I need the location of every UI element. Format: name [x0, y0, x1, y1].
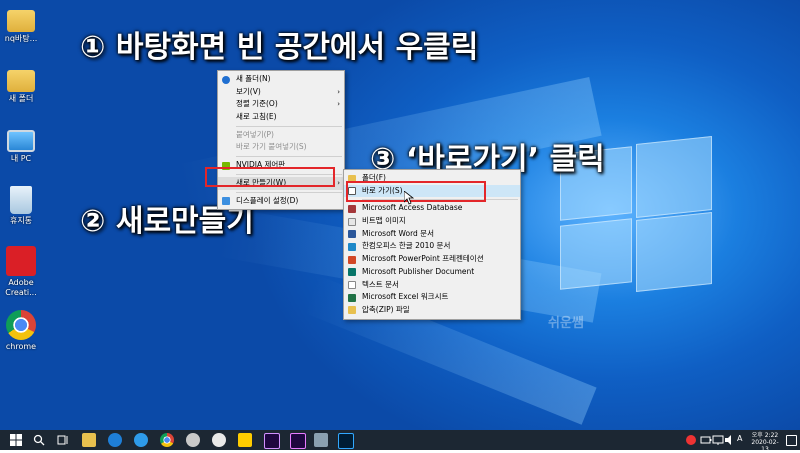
submenu-item-excel[interactable]: Microsoft Excel 워크시트 [344, 291, 520, 304]
menu-item-display-settings[interactable]: 디스플레이 설정(D) [218, 195, 344, 208]
menu-item-label: 보기(V) [236, 86, 261, 96]
recycle-bin-icon [10, 186, 32, 214]
premiere-icon[interactable] [290, 433, 306, 449]
tray-app-icon[interactable] [686, 435, 696, 445]
desktop-icon-folder-1[interactable]: nq바탕... [2, 6, 40, 44]
chrome-taskbar-icon[interactable] [160, 433, 174, 447]
access-icon [348, 204, 356, 213]
desktop-icon-this-pc[interactable]: 내 PC [2, 126, 40, 164]
submenu-item-zip[interactable]: 압축(ZIP) 파일 [344, 304, 520, 317]
after-effects-icon[interactable] [264, 433, 280, 449]
powerpoint-icon [348, 255, 356, 264]
desktop-icon-new-folder[interactable]: 새 폴더 [2, 66, 40, 104]
app-icon[interactable] [186, 433, 200, 447]
submenu-item-publisher[interactable]: Microsoft Publisher Document [344, 266, 520, 279]
menu-item-sort-by[interactable]: 정렬 기준(O) › [218, 98, 344, 111]
desktop[interactable]: nq바탕... 새 폴더 내 PC 휴지통 Adobe Creati... ch… [0, 0, 800, 430]
submenu-item-label: Microsoft Word 문서 [362, 228, 434, 238]
search-icon[interactable] [32, 433, 46, 447]
logo-pane [636, 136, 712, 218]
clock-time: 오후 2:22 [751, 432, 779, 439]
photoshop-icon[interactable] [338, 433, 354, 449]
submenu-item-label: 압축(ZIP) 파일 [362, 304, 410, 314]
highlight-box-new [205, 167, 335, 187]
ime-indicator[interactable]: A [737, 435, 742, 443]
logo-pane [560, 218, 632, 290]
app-icon[interactable] [314, 433, 328, 447]
menu-item-label: 새로 고침(E) [236, 112, 277, 122]
menu-item-label: 붙여넣기(P) [236, 129, 274, 139]
app-icon[interactable] [212, 433, 226, 447]
menu-item-view[interactable]: 보기(V) › [218, 86, 344, 99]
computer-icon [7, 130, 35, 152]
menu-item-label: 디스플레이 설정(D) [236, 195, 299, 205]
submenu-item-label: 비트맵 이미지 [362, 216, 406, 226]
submenu-item-label: 한컴오피스 한글 2010 문서 [362, 241, 451, 251]
desktop-icon-chrome[interactable]: chrome [2, 310, 40, 352]
adobe-cc-icon [6, 246, 36, 276]
desktop-icon-label: nq바탕... [4, 34, 38, 43]
desktop-icon-recycle-bin[interactable]: 휴지통 [2, 186, 40, 226]
context-menu: 새 폴더(N) 보기(V) › 정렬 기준(O) › 새로 고침(E) 붙여넣기… [217, 70, 345, 211]
desktop-icon-label: chrome [5, 342, 37, 351]
watermark: 쉬운쌤 [548, 316, 584, 331]
menu-item-label: 새 폴더(N) [236, 74, 271, 83]
word-icon [348, 230, 356, 239]
taskbar: A 오후 2:22 2020-02-13 [0, 430, 800, 453]
submenu-item-label: Microsoft Publisher Document [362, 266, 475, 276]
menu-separator [236, 125, 342, 127]
chevron-right-icon: › [337, 178, 340, 187]
chrome-icon [6, 310, 36, 340]
submenu-item-hwp[interactable]: 한컴오피스 한글 2010 문서 [344, 240, 520, 253]
menu-item-label: 바로 가기 붙여넣기(S) [236, 142, 307, 152]
highlight-box-shortcut [346, 181, 486, 202]
desktop-icon-label: Adobe Creati... [5, 278, 37, 297]
submenu-item-label: Microsoft PowerPoint 프레젠테이션 [362, 254, 484, 264]
desktop-icon-label: 내 PC [10, 154, 32, 163]
submenu-item-text-document[interactable]: 텍스트 문서 [344, 279, 520, 292]
submenu-item-access[interactable]: Microsoft Access Database [344, 202, 520, 215]
mouse-cursor-icon [404, 191, 414, 205]
folder-icon [7, 10, 35, 32]
menu-item-paste: 붙여넣기(P) [218, 129, 344, 142]
menu-item-label: 정렬 기준(O) [236, 99, 278, 109]
clock-date: 2020-02-13 [751, 439, 779, 453]
windows-start-icon[interactable] [9, 433, 23, 447]
chevron-right-icon: › [337, 100, 340, 109]
desktop-icon-adobe-cc[interactable]: Adobe Creati... [2, 246, 40, 298]
publisher-icon [348, 268, 356, 277]
callout-step-1: ① 바탕화면 빈 공간에서 우클릭 [80, 30, 479, 65]
submenu-item-label: Microsoft Excel 워크시트 [362, 292, 449, 302]
edge-legacy-icon[interactable] [108, 433, 122, 447]
new-folder-icon [222, 75, 230, 84]
desktop-icon-label: 새 폴더 [8, 94, 34, 103]
zip-icon [348, 306, 356, 315]
menu-separator [236, 156, 342, 158]
bitmap-icon [348, 217, 356, 226]
submenu-item-bitmap[interactable]: 비트맵 이미지 [344, 215, 520, 228]
chevron-right-icon: › [337, 87, 340, 96]
app-icon[interactable] [238, 433, 252, 447]
task-view-icon[interactable] [56, 433, 70, 447]
submenu-item-word[interactable]: Microsoft Word 문서 [344, 228, 520, 241]
notification-icon[interactable] [786, 435, 797, 446]
submenu-item-label: 텍스트 문서 [362, 279, 399, 289]
desktop-icon-label: 휴지통 [9, 216, 33, 225]
logo-pane [636, 212, 712, 292]
menu-item-new-folder[interactable]: 새 폴더(N) [218, 73, 344, 86]
file-explorer-icon[interactable] [82, 433, 96, 447]
text-document-icon [348, 281, 356, 289]
folder-icon [7, 70, 35, 92]
submenu-item-powerpoint[interactable]: Microsoft PowerPoint 프레젠테이션 [344, 253, 520, 266]
menu-item-refresh[interactable]: 새로 고침(E) [218, 111, 344, 124]
volume-icon[interactable] [723, 433, 737, 447]
excel-icon [348, 293, 356, 302]
menu-separator [236, 191, 342, 193]
ie-icon[interactable] [134, 433, 148, 447]
display-settings-icon [222, 197, 230, 205]
menu-item-paste-shortcut: 바로 가기 붙여넣기(S) [218, 141, 344, 154]
hwp-icon [348, 242, 356, 251]
